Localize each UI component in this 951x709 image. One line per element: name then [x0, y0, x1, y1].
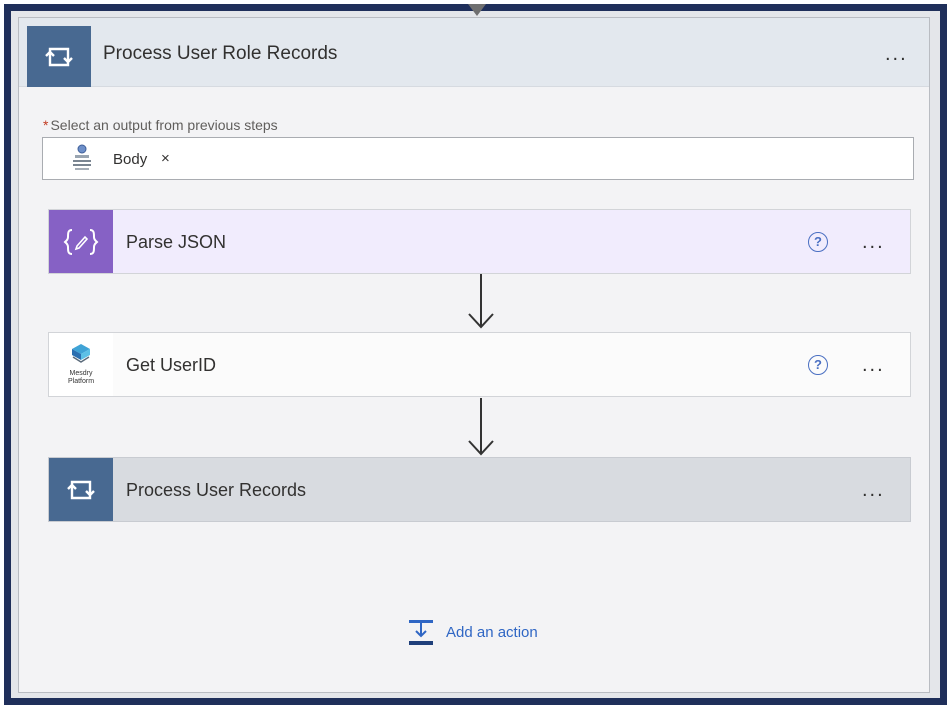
action-title-process-user-records: Process User Records	[126, 480, 307, 500]
svg-text:Mesdry: Mesdry	[70, 370, 93, 377]
select-output-input[interactable]: Body ×	[42, 137, 914, 180]
output-field-label-text: Select an output from previous steps	[50, 117, 278, 133]
loop-icon	[49, 458, 113, 521]
action-card-get-userid[interactable]: Mesdry Platform Get UserID ? ...	[48, 332, 911, 397]
apply-to-each-scope: Process User Role Records ... * Select an…	[18, 17, 930, 693]
parse-json-more-menu-button[interactable]: ...	[862, 232, 885, 252]
connector-arrow	[468, 398, 494, 456]
action-card-process-user-records[interactable]: Process User Records ...	[48, 457, 911, 522]
connector-arrow	[468, 274, 494, 329]
mesdry-platform-icon: Mesdry Platform	[49, 333, 113, 396]
data-operation-icon	[49, 210, 113, 273]
help-icon[interactable]: ?	[808, 355, 828, 375]
help-icon[interactable]: ?	[808, 232, 828, 252]
loop-icon	[27, 26, 91, 87]
scope-more-menu-button[interactable]: ...	[885, 44, 908, 64]
token-remove-button[interactable]: ×	[161, 150, 170, 167]
required-marker: *	[43, 117, 49, 133]
action-card-parse-json[interactable]: Parse JSON ? ...	[48, 209, 911, 274]
add-an-action-label: Add an action	[446, 623, 538, 641]
action-title-get-userid: Get UserID	[126, 355, 217, 375]
svg-text:Platform: Platform	[68, 378, 94, 385]
app-connector-icon	[71, 143, 93, 178]
add-an-action-button[interactable]: Add an action	[406, 617, 538, 647]
token-body-label: Body	[113, 151, 148, 168]
action-title-parse-json: Parse JSON	[126, 232, 227, 252]
process-user-records-more-menu-button[interactable]: ...	[862, 480, 885, 500]
scope-header[interactable]: Process User Role Records ...	[19, 18, 929, 87]
scope-title: Process User Role Records	[103, 43, 338, 64]
add-action-icon	[409, 620, 433, 645]
output-field-label: * Select an output from previous steps	[43, 117, 278, 133]
incoming-connector-arrow	[468, 4, 486, 16]
get-userid-more-menu-button[interactable]: ...	[862, 355, 885, 375]
